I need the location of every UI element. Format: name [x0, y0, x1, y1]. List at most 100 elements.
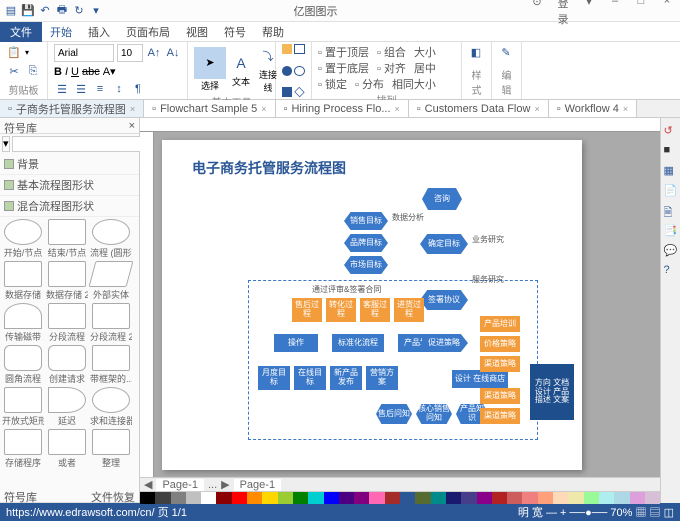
send-back[interactable]: ▫ 置于底层 — [318, 60, 369, 76]
page-next[interactable]: ▶ — [221, 478, 229, 491]
color-swatch-21[interactable] — [461, 492, 476, 504]
font-name-select[interactable]: Arial — [54, 44, 114, 62]
size-lbl[interactable]: 大小 — [414, 44, 436, 60]
rpanel-icon-3[interactable]: 📄 — [664, 184, 678, 198]
color-swatch-5[interactable] — [216, 492, 231, 504]
shape-0-2[interactable]: 流程 (圆形) — [90, 219, 132, 259]
lock[interactable]: ▫ 锁定 — [318, 76, 347, 92]
font-color-button[interactable]: A▾ — [103, 65, 116, 78]
qat-print-icon[interactable]: 🖶 — [55, 4, 69, 18]
rpanel-icon-6[interactable]: 💬 — [664, 244, 678, 258]
login-button[interactable]: 登录 — [554, 0, 572, 27]
qat-save-icon[interactable]: 💾 — [21, 4, 35, 18]
shape-4-0[interactable]: 开放式矩形 — [2, 387, 44, 427]
qat-cut-icon[interactable]: ↻ — [72, 4, 86, 18]
color-swatch-31[interactable] — [614, 492, 629, 504]
view-icons[interactable]: ▦ ▤ ◫ — [635, 507, 674, 519]
rpanel-icon-5[interactable]: 📑 — [664, 224, 678, 238]
color-swatch-33[interactable] — [645, 492, 660, 504]
node-sentiment[interactable]: 营销方案 — [366, 366, 398, 390]
same-size[interactable]: 相同大小 — [392, 76, 436, 92]
tab-home[interactable]: 开始 — [42, 21, 80, 43]
distribute[interactable]: ▫ 分布 — [355, 76, 384, 92]
doc-tab-3[interactable]: ▫Customers Data Flow× — [409, 100, 549, 117]
color-swatch-22[interactable] — [477, 492, 492, 504]
node-design[interactable]: 设计 在线商店 — [452, 370, 508, 388]
doc-tab-2[interactable]: ▫Hiring Process Flo...× — [276, 100, 409, 117]
rpanel-icon-7[interactable]: ? — [664, 264, 678, 278]
node-channel3[interactable]: 渠道策略 — [480, 408, 520, 424]
color-swatch-3[interactable] — [186, 492, 201, 504]
color-swatch-19[interactable] — [431, 492, 446, 504]
lib-category-1[interactable]: 基本流程图形状 — [0, 175, 139, 196]
align[interactable]: ▫ 对齐 — [377, 60, 406, 76]
shape-5-0[interactable]: 存储程序 — [2, 429, 44, 469]
node-monthly[interactable]: 月度目标 — [258, 366, 290, 390]
canvas-page[interactable]: 电子商务托管服务流程图 咨询销售目标品牌目标市场目标确定目标签署协议售后过程转化… — [162, 140, 582, 470]
color-swatch-15[interactable] — [369, 492, 384, 504]
search-input[interactable] — [12, 136, 150, 152]
color-swatch-6[interactable] — [232, 492, 247, 504]
qat-file-icon[interactable]: ▤ — [4, 4, 18, 18]
color-swatch-7[interactable] — [247, 492, 262, 504]
node-prodtrain2[interactable]: 产品培训 — [480, 316, 520, 332]
paste-icon[interactable]: 📋 — [6, 44, 22, 60]
sidebar-tab-lib[interactable]: 符号库 — [4, 489, 37, 500]
rpanel-icon-2[interactable]: ▦ — [664, 164, 678, 178]
color-swatch-9[interactable] — [278, 492, 293, 504]
tab-insert[interactable]: 插入 — [80, 21, 118, 43]
numbering-icon[interactable]: ☰ — [73, 81, 89, 97]
color-swatch-18[interactable] — [415, 492, 430, 504]
page-tab-2[interactable]: Page-1 — [234, 479, 281, 491]
node-market_goal[interactable]: 市场目标 — [344, 256, 388, 274]
color-swatch-1[interactable] — [155, 492, 170, 504]
color-swatch-24[interactable] — [507, 492, 522, 504]
color-swatch-4[interactable] — [201, 492, 216, 504]
sidebar-tab-recover[interactable]: 文件恢复 — [91, 489, 135, 500]
lib-category-2[interactable]: 混合流程图形状 — [0, 196, 139, 217]
text-tool[interactable]: A — [229, 51, 253, 75]
shape-4-2[interactable]: 求和连接器 — [90, 387, 132, 427]
node-online[interactable]: 在线目标 — [294, 366, 326, 390]
bullets-icon[interactable]: ☰ — [54, 81, 70, 97]
node-priceplan[interactable]: 价格策略 — [480, 336, 520, 352]
page-prev[interactable]: ◀ — [144, 478, 152, 491]
color-swatch-32[interactable] — [630, 492, 645, 504]
zoom-slider[interactable]: ──●── — [570, 507, 608, 519]
search-dropdown[interactable]: ▾ — [2, 136, 10, 152]
page-tab-1[interactable]: Page-1 — [156, 479, 203, 491]
lib-category-0[interactable]: 背景 — [0, 154, 139, 175]
shape-1-2[interactable]: 外部实体 — [90, 261, 132, 301]
color-swatch-20[interactable] — [446, 492, 461, 504]
node-brand_goal[interactable]: 品牌目标 — [344, 234, 388, 252]
style-button[interactable]: ◧ — [468, 44, 484, 60]
color-swatch-16[interactable] — [385, 492, 400, 504]
node-promote[interactable]: 促进策略 — [420, 334, 468, 352]
node-aftersale[interactable]: 售后过程 — [292, 298, 322, 322]
node-sales_goal[interactable]: 销售目标 — [344, 212, 388, 230]
color-swatch-25[interactable] — [522, 492, 537, 504]
qat-undo-icon[interactable]: ↶ — [38, 4, 52, 18]
shape-rect-blue[interactable] — [282, 87, 292, 97]
align-left-icon[interactable]: ≡ — [92, 81, 108, 97]
tab-layout[interactable]: 页面布局 — [118, 21, 178, 43]
qat-more-icon[interactable]: ▾ — [89, 4, 103, 18]
underline-button[interactable]: U — [71, 66, 79, 78]
file-menu[interactable]: 文件 — [0, 22, 42, 42]
rpanel-icon-1[interactable]: ■ — [664, 144, 678, 158]
doc-tab-0[interactable]: ▫子商务托管服务流程图× — [0, 100, 144, 117]
node-output[interactable]: 方向 文档 设计 产品描述 文案 — [530, 364, 574, 420]
node-set_goal[interactable]: 确定目标 — [420, 234, 468, 254]
group[interactable]: ▫ 组合 — [377, 44, 406, 60]
shape-0-1[interactable]: 结束/节点 — [46, 219, 88, 259]
tab-symbols[interactable]: 符号 — [216, 21, 254, 43]
shape-4-1[interactable]: 延迟 — [46, 387, 88, 427]
color-swatch-17[interactable] — [400, 492, 415, 504]
help-icon[interactable]: ⊙ — [528, 0, 546, 27]
shape-1-0[interactable]: 数据存储 — [2, 261, 44, 301]
doc-tab-1[interactable]: ▫Flowchart Sample 5× — [144, 100, 275, 117]
color-swatch-26[interactable] — [538, 492, 553, 504]
node-newprod[interactable]: 新产品发布 — [330, 366, 362, 390]
shape-rect-outline[interactable] — [294, 44, 305, 54]
node-optimize[interactable]: 转化过程 — [326, 298, 356, 322]
